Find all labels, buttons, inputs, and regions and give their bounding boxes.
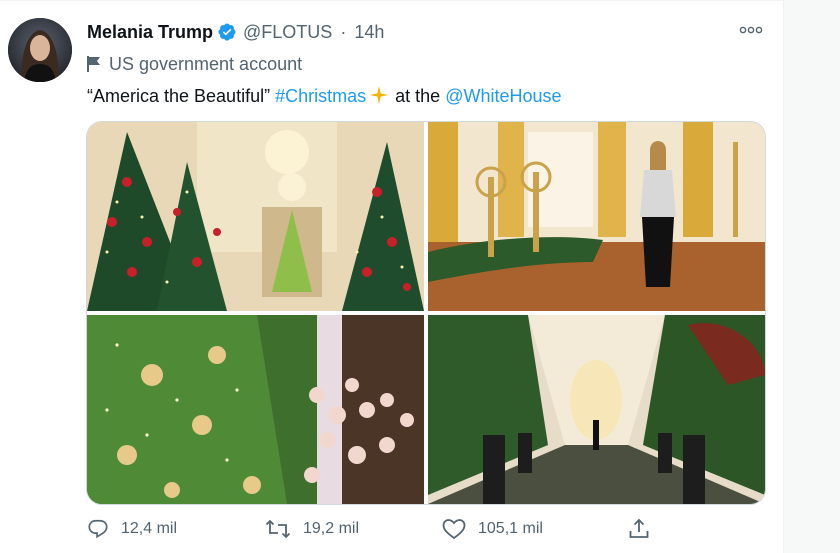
timestamp[interactable]: 14h bbox=[354, 22, 384, 42]
tweet-text: “America the Beautiful” #Christmas at th… bbox=[87, 84, 562, 108]
sparkle-emoji bbox=[370, 86, 389, 104]
action-bar: 12,4 mil 19,2 mil 105,1 mil bbox=[87, 514, 649, 544]
photo-flower-garland[interactable] bbox=[87, 315, 424, 504]
author-handle[interactable]: @FLOTUS bbox=[243, 22, 332, 42]
text-quote: “America the Beautiful” bbox=[87, 86, 271, 106]
share-icon bbox=[629, 518, 649, 538]
reply-icon bbox=[88, 519, 108, 539]
avatar[interactable] bbox=[8, 18, 72, 82]
separator: · bbox=[340, 22, 347, 42]
like-count: 105,1 mil bbox=[478, 520, 543, 537]
photo-east-room-trees[interactable] bbox=[87, 122, 424, 311]
photo-hallway[interactable] bbox=[428, 315, 765, 504]
tweet-card[interactable]: Melania Trump @FLOTUS · 14h US government… bbox=[0, 0, 783, 553]
retweet-icon bbox=[265, 519, 291, 539]
more-icon[interactable] bbox=[738, 20, 764, 40]
reply-button[interactable]: 12,4 mil bbox=[87, 514, 177, 544]
account-label-row: US government account bbox=[87, 52, 302, 76]
verified-badge-icon bbox=[218, 23, 236, 41]
tweet-header: Melania Trump @FLOTUS · 14h bbox=[87, 20, 384, 44]
like-button[interactable]: 105,1 mil bbox=[442, 514, 543, 544]
photo-grid[interactable] bbox=[86, 121, 766, 505]
author-name[interactable]: Melania Trump bbox=[87, 22, 213, 42]
hashtag-link[interactable]: #Christmas bbox=[275, 86, 366, 106]
reply-count: 12,4 mil bbox=[121, 520, 178, 537]
retweet-button[interactable]: 19,2 mil bbox=[265, 514, 359, 544]
right-panel bbox=[783, 0, 840, 553]
text-mid: at the bbox=[395, 86, 441, 106]
mention-link[interactable]: @WhiteHouse bbox=[445, 86, 561, 106]
flag-icon bbox=[87, 56, 100, 72]
share-button[interactable] bbox=[628, 514, 662, 544]
retweet-count: 19,2 mil bbox=[303, 520, 360, 537]
account-label[interactable]: US government account bbox=[109, 54, 302, 74]
photo-candelabras[interactable] bbox=[428, 122, 765, 311]
like-icon bbox=[442, 519, 466, 540]
